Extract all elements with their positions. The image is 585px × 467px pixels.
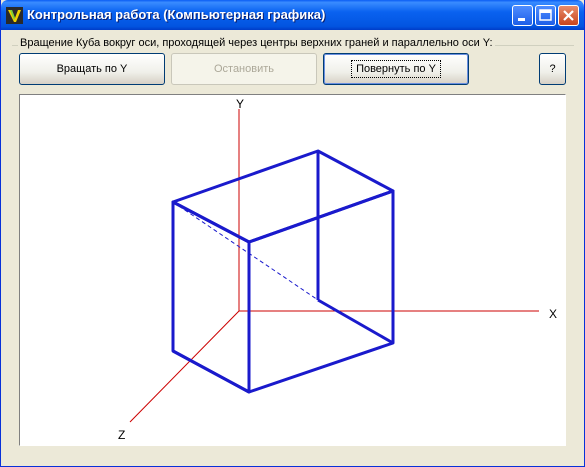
y-axis-label: Y (236, 97, 244, 111)
cube-bottom-front-edge (172, 349, 250, 394)
z-axis (129, 310, 240, 423)
cube-hidden-edge (172, 201, 319, 301)
close-button[interactable] (558, 5, 579, 26)
help-button-label: ? (549, 63, 556, 75)
window-title: Контрольная работа (Компьютерная графика… (27, 7, 326, 22)
rotate-y-button-label: Вращать по Y (56, 63, 128, 75)
maximize-icon (539, 9, 552, 21)
turn-y-button[interactable]: Повернуть по Y (323, 53, 469, 85)
cube-front-face (247, 189, 395, 394)
minimize-icon (518, 18, 525, 21)
stop-button[interactable]: Остановить (171, 53, 317, 85)
group-label: Вращение Куба вокруг оси, проходящей чер… (18, 37, 495, 49)
title-bar[interactable]: Контрольная работа (Компьютерная графика… (1, 0, 584, 30)
turn-y-button-label: Повернуть по Y (351, 60, 441, 78)
cube-left-face (171, 200, 251, 394)
stop-button-label: Остановить (213, 63, 275, 75)
app-icon (6, 7, 23, 24)
rotate-y-button[interactable]: Вращать по Y (19, 53, 165, 85)
drawing-canvas[interactable]: Y X Z (20, 95, 565, 445)
close-icon (563, 10, 574, 21)
cube-bottom-right-edge (317, 298, 394, 345)
minimize-button[interactable] (512, 5, 533, 26)
z-axis-label: Z (118, 428, 125, 442)
cube (171, 149, 395, 394)
x-axis-label: X (549, 307, 557, 321)
main-window: Контрольная работа (Компьютерная графика… (0, 0, 585, 467)
cube-top-face (171, 149, 395, 244)
help-button[interactable]: ? (539, 53, 566, 85)
maximize-button[interactable] (535, 5, 556, 26)
